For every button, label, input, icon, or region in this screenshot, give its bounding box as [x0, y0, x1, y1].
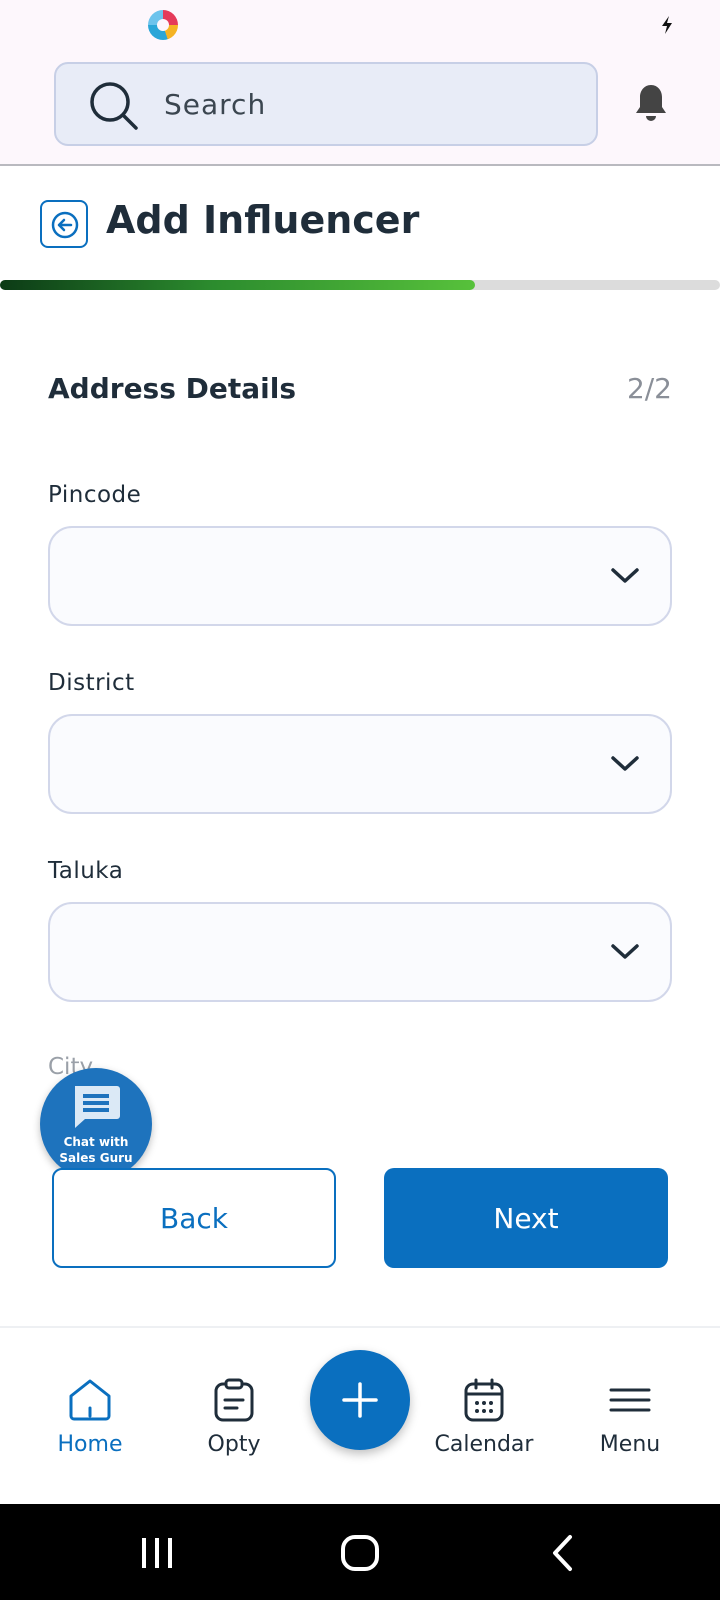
section-title: Address Details [48, 372, 297, 405]
bell-icon[interactable] [634, 83, 668, 123]
search-input[interactable]: Search [54, 62, 598, 146]
charging-icon [662, 16, 672, 34]
search-placeholder: Search [164, 88, 267, 121]
nav-opty-label: Opty [207, 1432, 261, 1457]
nav-calendar-label: Calendar [434, 1432, 534, 1457]
taluka-dropdown[interactable] [48, 902, 672, 1002]
back-arrow-button[interactable] [40, 200, 88, 248]
clipboard-icon [214, 1378, 254, 1422]
district-dropdown[interactable] [48, 714, 672, 814]
chevron-down-icon [611, 944, 639, 959]
search-icon [90, 82, 138, 130]
next-button[interactable]: Next [384, 1168, 668, 1268]
system-navigation-bar [0, 1504, 720, 1600]
calendar-icon [464, 1378, 504, 1422]
recent-apps-icon[interactable] [140, 1536, 174, 1570]
chevron-down-icon [611, 756, 639, 771]
nav-menu[interactable]: Menu [570, 1378, 690, 1457]
taluka-label: Taluka [48, 858, 124, 884]
pincode-label: Pincode [48, 482, 142, 508]
nav-menu-label: Menu [599, 1432, 661, 1457]
bottom-navigation: Home Opty Calendar Menu [0, 1326, 720, 1504]
progress-fill [0, 280, 476, 290]
status-bar [0, 0, 720, 50]
nav-home-label: Home [57, 1432, 123, 1457]
plus-icon [342, 1382, 378, 1418]
arrow-left-icon [51, 211, 79, 239]
back-system-icon[interactable] [550, 1534, 576, 1572]
back-button[interactable]: Back [52, 1168, 336, 1268]
chat-sales-guru-button[interactable]: Chat with Sales Guru [40, 1068, 152, 1180]
progress-bar [0, 280, 720, 290]
nav-calendar[interactable]: Calendar [424, 1378, 544, 1457]
district-label: District [48, 670, 135, 696]
step-indicator: 2/2 [626, 372, 672, 405]
home-icon [69, 1379, 111, 1421]
nav-home[interactable]: Home [30, 1378, 150, 1457]
page-title: Add Influencer [106, 198, 420, 242]
chat-icon [75, 1086, 120, 1128]
app-logo-icon [148, 10, 178, 40]
add-fab-button[interactable] [310, 1350, 410, 1450]
pincode-dropdown[interactable] [48, 526, 672, 626]
title-bar: Add Influencer [0, 166, 720, 276]
chevron-down-icon [611, 568, 639, 583]
chat-label-line1: Chat with [63, 1135, 129, 1149]
app-header: Search [0, 50, 720, 166]
home-system-icon[interactable] [340, 1534, 380, 1572]
nav-opty[interactable]: Opty [174, 1378, 294, 1457]
hamburger-icon [609, 1388, 651, 1412]
chat-label-line2: Sales Guru [59, 1151, 133, 1165]
